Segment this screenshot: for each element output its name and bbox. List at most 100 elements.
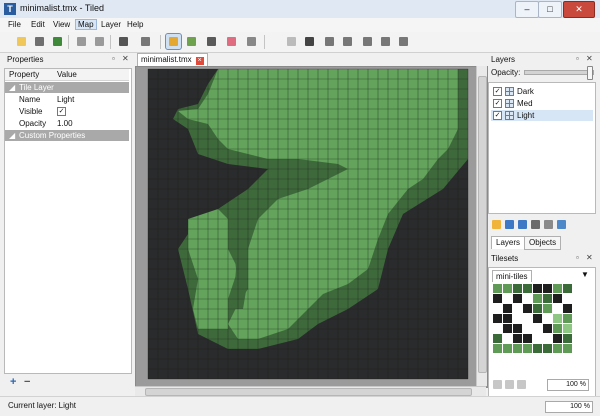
tileset-tile[interactable] xyxy=(523,284,532,293)
tileset-tile[interactable] xyxy=(513,334,522,343)
tileset-zoom-select[interactable]: 100 % xyxy=(547,379,589,391)
tileset-tile[interactable] xyxy=(553,314,562,323)
insert-polyline-tool[interactable] xyxy=(378,34,393,49)
tileset-tile[interactable] xyxy=(513,344,522,353)
float-panel-button[interactable]: ▫ xyxy=(112,54,115,63)
tileset-tile[interactable] xyxy=(513,314,522,323)
close-panel-button[interactable]: ✕ xyxy=(122,54,129,63)
tile-layer-group[interactable]: ◢ Tile Layer xyxy=(5,82,129,93)
close-panel-button[interactable]: ✕ xyxy=(586,54,593,63)
menu-help[interactable]: Help xyxy=(127,20,143,29)
tileset-tile[interactable] xyxy=(513,304,522,313)
rect-select-tool[interactable] xyxy=(244,34,259,49)
random-tool[interactable] xyxy=(116,34,131,49)
layer-visibility-icon[interactable] xyxy=(557,220,566,229)
tileset-tile[interactable] xyxy=(493,324,502,333)
layer-item-dark[interactable]: ✓ Dark xyxy=(491,86,593,97)
bucket-fill-tool[interactable] xyxy=(204,34,219,49)
property-value[interactable]: Light xyxy=(57,95,74,104)
menu-view[interactable]: View xyxy=(53,20,70,29)
tileset-tile[interactable] xyxy=(563,284,572,293)
property-row-name[interactable]: Name Light xyxy=(5,94,129,105)
map-canvas[interactable] xyxy=(136,67,487,387)
tileset-tile[interactable] xyxy=(553,304,562,313)
tileset-tile[interactable] xyxy=(503,324,512,333)
tileset-tile[interactable] xyxy=(513,284,522,293)
layer-visible-checkbox[interactable]: ✓ xyxy=(493,87,502,96)
tileset-tile[interactable] xyxy=(533,334,542,343)
insert-polygon-tool[interactable] xyxy=(360,34,375,49)
redo-tool[interactable] xyxy=(92,34,107,49)
layer-visible-checkbox[interactable]: ✓ xyxy=(493,99,502,108)
vertical-scroll-thumb[interactable] xyxy=(478,76,487,373)
remove-property-icon[interactable]: − xyxy=(24,376,30,388)
tileset-tile[interactable] xyxy=(533,284,542,293)
layer-item-med[interactable]: ✓ Med xyxy=(491,98,593,109)
horizontal-scrollbar[interactable] xyxy=(135,386,486,396)
property-value[interactable]: 1.00 xyxy=(57,119,73,128)
tileset-tile[interactable] xyxy=(553,344,562,353)
tileset-tile[interactable] xyxy=(563,314,572,323)
tileset-tile[interactable] xyxy=(533,344,542,353)
tileset-tile[interactable] xyxy=(533,314,542,323)
tileset-tile[interactable] xyxy=(513,294,522,303)
visible-checkbox[interactable]: ✓ xyxy=(57,107,66,116)
tileset-tile[interactable] xyxy=(543,304,552,313)
tileset-tile[interactable] xyxy=(523,334,532,343)
menu-layer[interactable]: Layer xyxy=(101,20,121,29)
undo-tool[interactable] xyxy=(74,34,89,49)
tileset-tile[interactable] xyxy=(523,314,532,323)
tileset-tile[interactable] xyxy=(503,344,512,353)
property-row-visible[interactable]: Visible ✓ xyxy=(5,106,129,117)
tileset-tile[interactable] xyxy=(523,324,532,333)
opacity-slider-knob[interactable] xyxy=(587,66,593,80)
tileset-tile[interactable] xyxy=(523,294,532,303)
tileset-tile[interactable] xyxy=(543,284,552,293)
tileset-tile[interactable] xyxy=(503,294,512,303)
tileset-tile[interactable] xyxy=(503,284,512,293)
tileset-tile[interactable] xyxy=(543,334,552,343)
edit-polygons-tool[interactable] xyxy=(302,34,317,49)
tileset-tile[interactable] xyxy=(493,344,502,353)
tileset-tile[interactable] xyxy=(533,324,542,333)
property-row-opacity[interactable]: Opacity 1.00 xyxy=(5,118,129,129)
move-layer-down-icon[interactable] xyxy=(518,220,527,229)
tileset-tile[interactable] xyxy=(513,324,522,333)
tileset-tile[interactable] xyxy=(553,294,562,303)
add-property-icon[interactable]: + xyxy=(10,376,16,388)
tileset-tile[interactable] xyxy=(563,344,572,353)
tileset-tile[interactable] xyxy=(563,304,572,313)
maximize-button[interactable]: □ xyxy=(538,1,562,18)
import-tileset-icon[interactable] xyxy=(505,380,514,389)
tileset-tile[interactable] xyxy=(533,304,542,313)
close-panel-button[interactable]: ✕ xyxy=(586,253,593,262)
layer-visible-checkbox[interactable]: ✓ xyxy=(493,111,502,120)
tab-layers[interactable]: Layers xyxy=(491,236,526,249)
float-panel-button[interactable]: ▫ xyxy=(576,253,579,262)
tileset-tile[interactable] xyxy=(553,334,562,343)
tileset-tile[interactable] xyxy=(553,324,562,333)
document-tab[interactable]: minimalist.tmx × xyxy=(137,53,208,66)
custom-properties-group[interactable]: ◢ Custom Properties xyxy=(5,130,129,141)
vertical-scrollbar[interactable] xyxy=(476,66,487,386)
tileset-tile[interactable] xyxy=(493,334,502,343)
tileset-tile[interactable] xyxy=(563,294,572,303)
wang-tool[interactable] xyxy=(138,34,153,49)
tileset-tile[interactable] xyxy=(563,324,572,333)
close-tab-icon[interactable]: × xyxy=(195,57,204,65)
tileset-tile[interactable] xyxy=(493,294,502,303)
terrain-brush-tool[interactable] xyxy=(184,34,199,49)
stamp-brush-tool[interactable] xyxy=(165,33,182,50)
new-map-tool[interactable] xyxy=(14,34,29,49)
tileset-tile[interactable] xyxy=(493,284,502,293)
save-tool[interactable] xyxy=(50,34,65,49)
tileset-tab-mini-tiles[interactable]: mini-tiles xyxy=(492,270,532,282)
tileset-tile[interactable] xyxy=(543,314,552,323)
export-tileset-icon[interactable] xyxy=(517,380,526,389)
map-view[interactable] xyxy=(135,66,488,388)
close-button[interactable]: ✕ xyxy=(563,1,595,18)
new-layer-icon[interactable] xyxy=(492,220,501,229)
map-zoom-select[interactable]: 100 % xyxy=(545,401,593,413)
insert-ellipse-tool[interactable] xyxy=(340,34,355,49)
float-panel-button[interactable]: ▫ xyxy=(576,54,579,63)
